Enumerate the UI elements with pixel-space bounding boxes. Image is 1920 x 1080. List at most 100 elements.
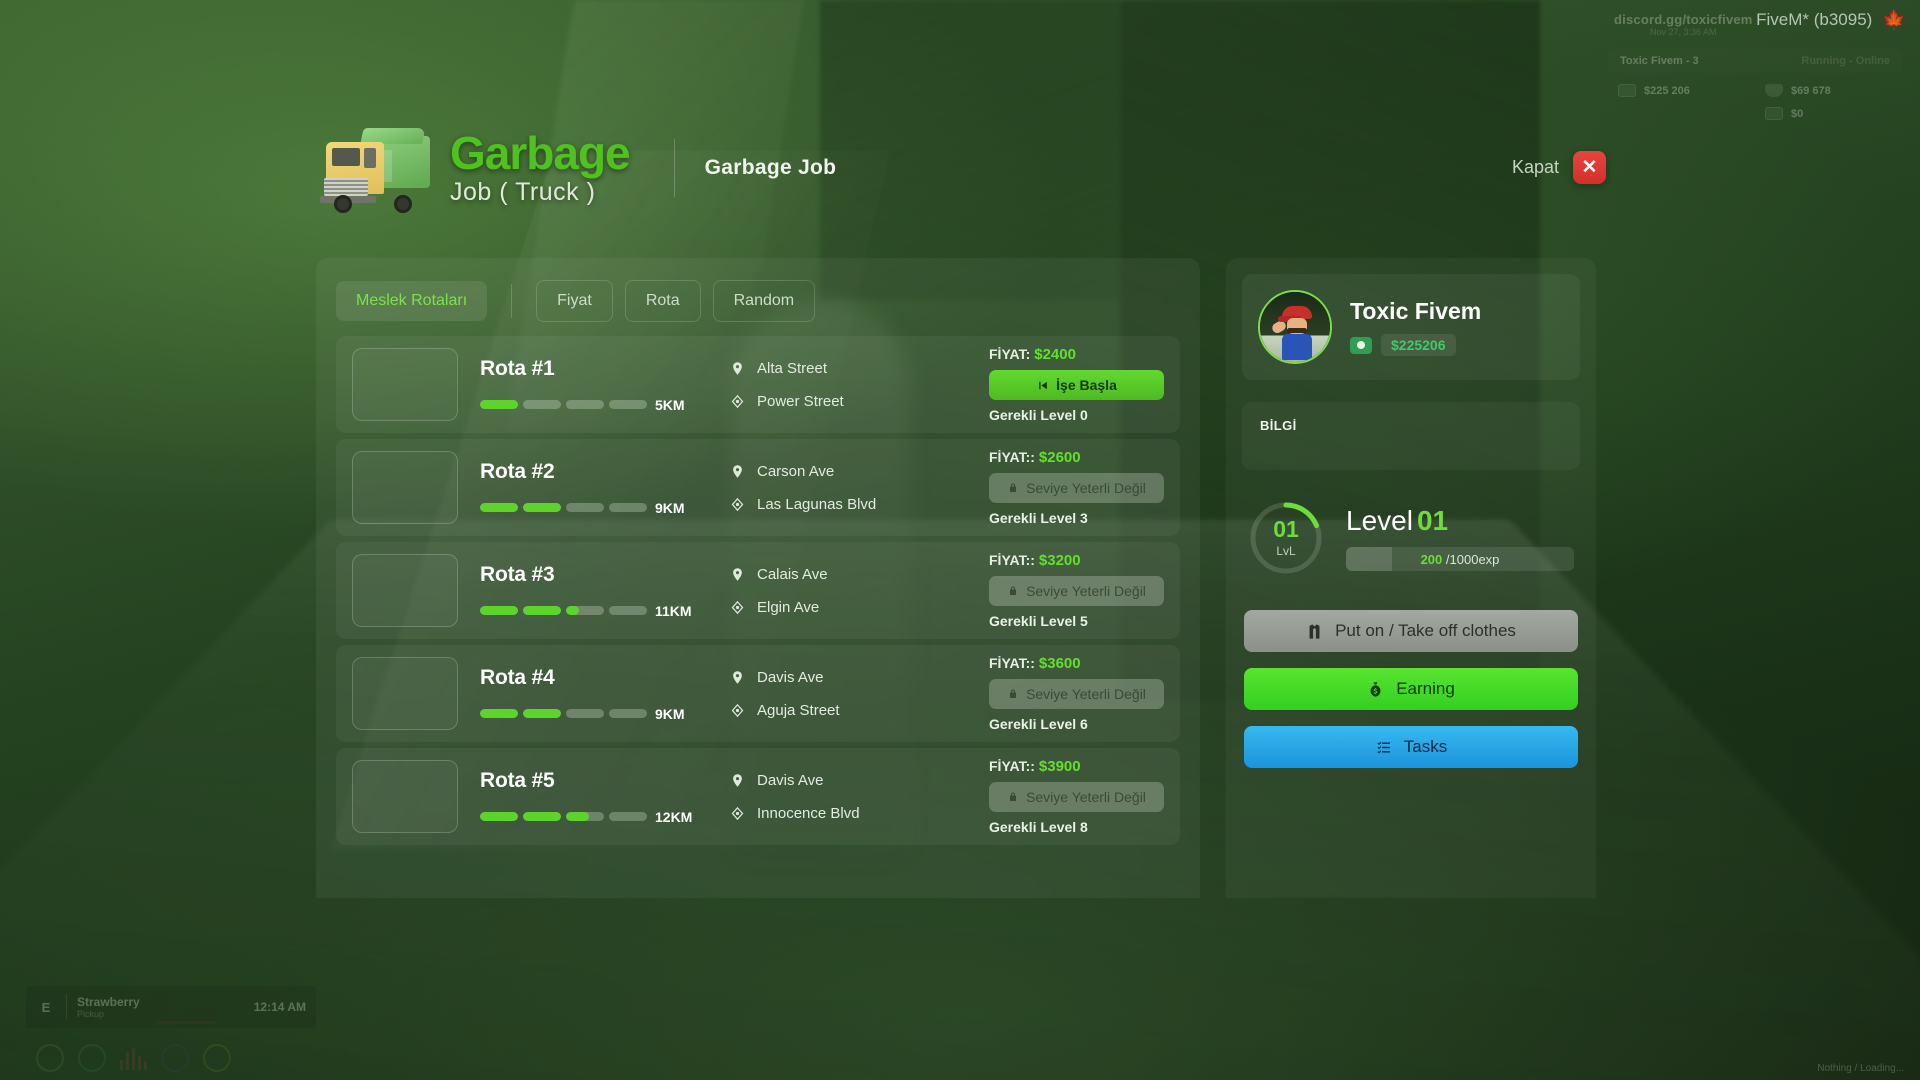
player-name: Toxic Fivem [1350,298,1482,324]
route-thumbnail [352,657,458,730]
action-button-label: Put on / Take off clothes [1335,621,1516,640]
route-summary: Rota #1 5KM [480,357,730,413]
route-progress: 5KM [480,397,730,413]
route-button-label: Seviye Yeterli Değil [1026,583,1146,599]
lock-icon [1010,792,1017,801]
close-icon[interactable]: ✕ [1573,151,1606,184]
route-price-label: FİYAT:: [989,758,1035,774]
progress-segment [523,812,561,821]
route-addresses: Carson Ave Las Lagunas Blvd [730,463,945,513]
tab-random[interactable]: Random [712,280,816,322]
action-button-label: Earning [1396,679,1455,698]
close-label: Kapat [1511,157,1559,177]
nui-header: Garbage Job ( Truck ) Garbage Job Kapat … [316,120,1606,215]
exp-current: 200 [1420,551,1443,567]
header-actions: Kapat ✕ [1512,151,1606,184]
route-row[interactable]: Rota #5 12KM Davis Ave Innocence Blvd FİYAT:… [336,748,1180,845]
progress-segment [566,503,604,512]
earning-button[interactable]: Earning [1244,668,1578,710]
profile-info: Toxic Fivem $225206 [1350,298,1564,356]
level-section: 01 LvL Level 01 200 /1000exp [1242,500,1580,576]
locked-button[interactable]: Seviye Yeterli Değil [989,473,1164,503]
route-addresses: Alta Street Power Street [730,360,945,410]
route-row[interactable]: Rota #3 11KM Calais Ave Elgin Ave FİYAT:: $32… [336,542,1180,639]
route-end: Aguja Street [757,701,840,719]
player-panel: Toxic Fivem $225206 BİLGİ 01 LvL Level 0… [1226,258,1596,898]
progress-segment [566,400,604,409]
level-ring: 01 LvL [1248,500,1324,576]
route-start: Calais Ave [757,565,828,583]
progress-segments [480,400,647,409]
route-start-line: Calais Ave [730,566,945,583]
route-start: Carson Ave [757,462,835,480]
garbage-job-nui: Garbage Job ( Truck ) Garbage Job Kapat … [0,0,1920,1080]
progress-segment [523,606,561,615]
checklist-icon [1377,741,1390,754]
progress-segment [480,606,518,615]
tab-fiyat[interactable]: Fiyat [536,280,613,322]
route-level-requirement: Gerekli Level 6 [989,716,1088,732]
route-level-requirement: Gerekli Level 0 [989,407,1088,423]
route-actions: FİYAT:: $2600 Seviye Yeterli Değil Gerekli … [989,449,1164,526]
progress-segment [609,606,647,615]
route-distance: 12KM [655,808,693,825]
route-distance: 11KM [655,602,692,619]
locked-button[interactable]: Seviye Yeterli Değil [989,782,1164,812]
route-level-requirement: Gerekli Level 5 [989,613,1088,629]
progress-segment [480,503,518,512]
action-buttons: Put on / Take off clothes Earning Tasks [1242,610,1580,768]
route-price: $3900 [1038,758,1081,775]
map-pin-icon [733,567,742,581]
locked-button[interactable]: Seviye Yeterli Değil [989,576,1164,606]
route-start: Davis Ave [757,668,824,686]
map-pin-icon [733,464,742,478]
put-on-take-off-clothes-button[interactable]: Put on / Take off clothes [1244,610,1578,652]
route-price-row: FİYAT: $2400 [989,346,1164,363]
route-row[interactable]: Rota #1 5KM Alta Street Power Street FİYAT: $… [336,336,1180,433]
route-end-line: Elgin Ave [730,599,945,616]
tab-bar: Meslek Rotaları Fiyat Rota Random [316,258,1200,322]
route-price: $3600 [1038,655,1081,672]
route-price: $3200 [1038,552,1081,569]
progress-segment [609,400,647,409]
tasks-button[interactable]: Tasks [1244,726,1578,768]
route-price-row: FİYAT:: $3600 [989,655,1164,672]
progress-segment [609,812,647,821]
logo: Garbage Job ( Truck ) [316,120,631,215]
route-button-label: İşe Başla [1056,377,1117,393]
progress-segment [609,503,647,512]
lock-icon [1010,586,1017,595]
route-start-line: Carson Ave [730,463,945,480]
route-thumbnail [352,554,458,627]
route-end-line: Power Street [730,393,945,410]
route-start: Davis Ave [757,771,824,789]
level-label: Level [1346,505,1413,536]
route-actions: FİYAT:: $3200 Seviye Yeterli Değil Gerekli … [989,552,1164,629]
route-end: Las Lagunas Blvd [757,495,877,513]
route-row[interactable]: Rota #49KM Davis AveAguja Street FİYAT:: $3… [336,645,1180,742]
garbage-truck-icon [316,120,436,215]
route-actions: FİYAT:: $3900 Seviye Yeterli Değil Gerekli … [989,758,1164,835]
route-name: Rota #4 [480,665,555,689]
progress-segments [480,606,647,615]
tab-meslek-rotalar[interactable]: Meslek Rotaları [336,281,488,321]
tab-rota[interactable]: Rota [624,280,701,322]
exp-bar-fill [1346,547,1392,571]
map-pin-icon [733,773,742,787]
progress-segments [480,709,647,718]
route-progress: 9KM [480,706,730,722]
progress-segments [480,503,647,512]
destination-icon [731,394,744,408]
route-button-label: Seviye Yeterli Değil [1026,480,1146,496]
level-details: Level 01 200 /1000exp [1346,505,1574,571]
locked-button[interactable]: Seviye Yeterli Değil [989,679,1164,709]
route-name: Rota #5 [480,768,555,792]
route-progress: 9KM [480,500,730,516]
route-addresses: Davis Ave Aguja Street [730,669,945,719]
destination-icon [731,703,744,717]
route-row[interactable]: Rota #2 9KM Carson Ave Las Lagunas Blvd FİYA… [336,439,1180,536]
start-job-button[interactable]: İşe Başla [989,370,1164,400]
destination-icon [731,806,744,820]
route-start-line: Davis Ave [730,772,945,789]
info-panel-title: BİLGİ [1260,418,1297,433]
